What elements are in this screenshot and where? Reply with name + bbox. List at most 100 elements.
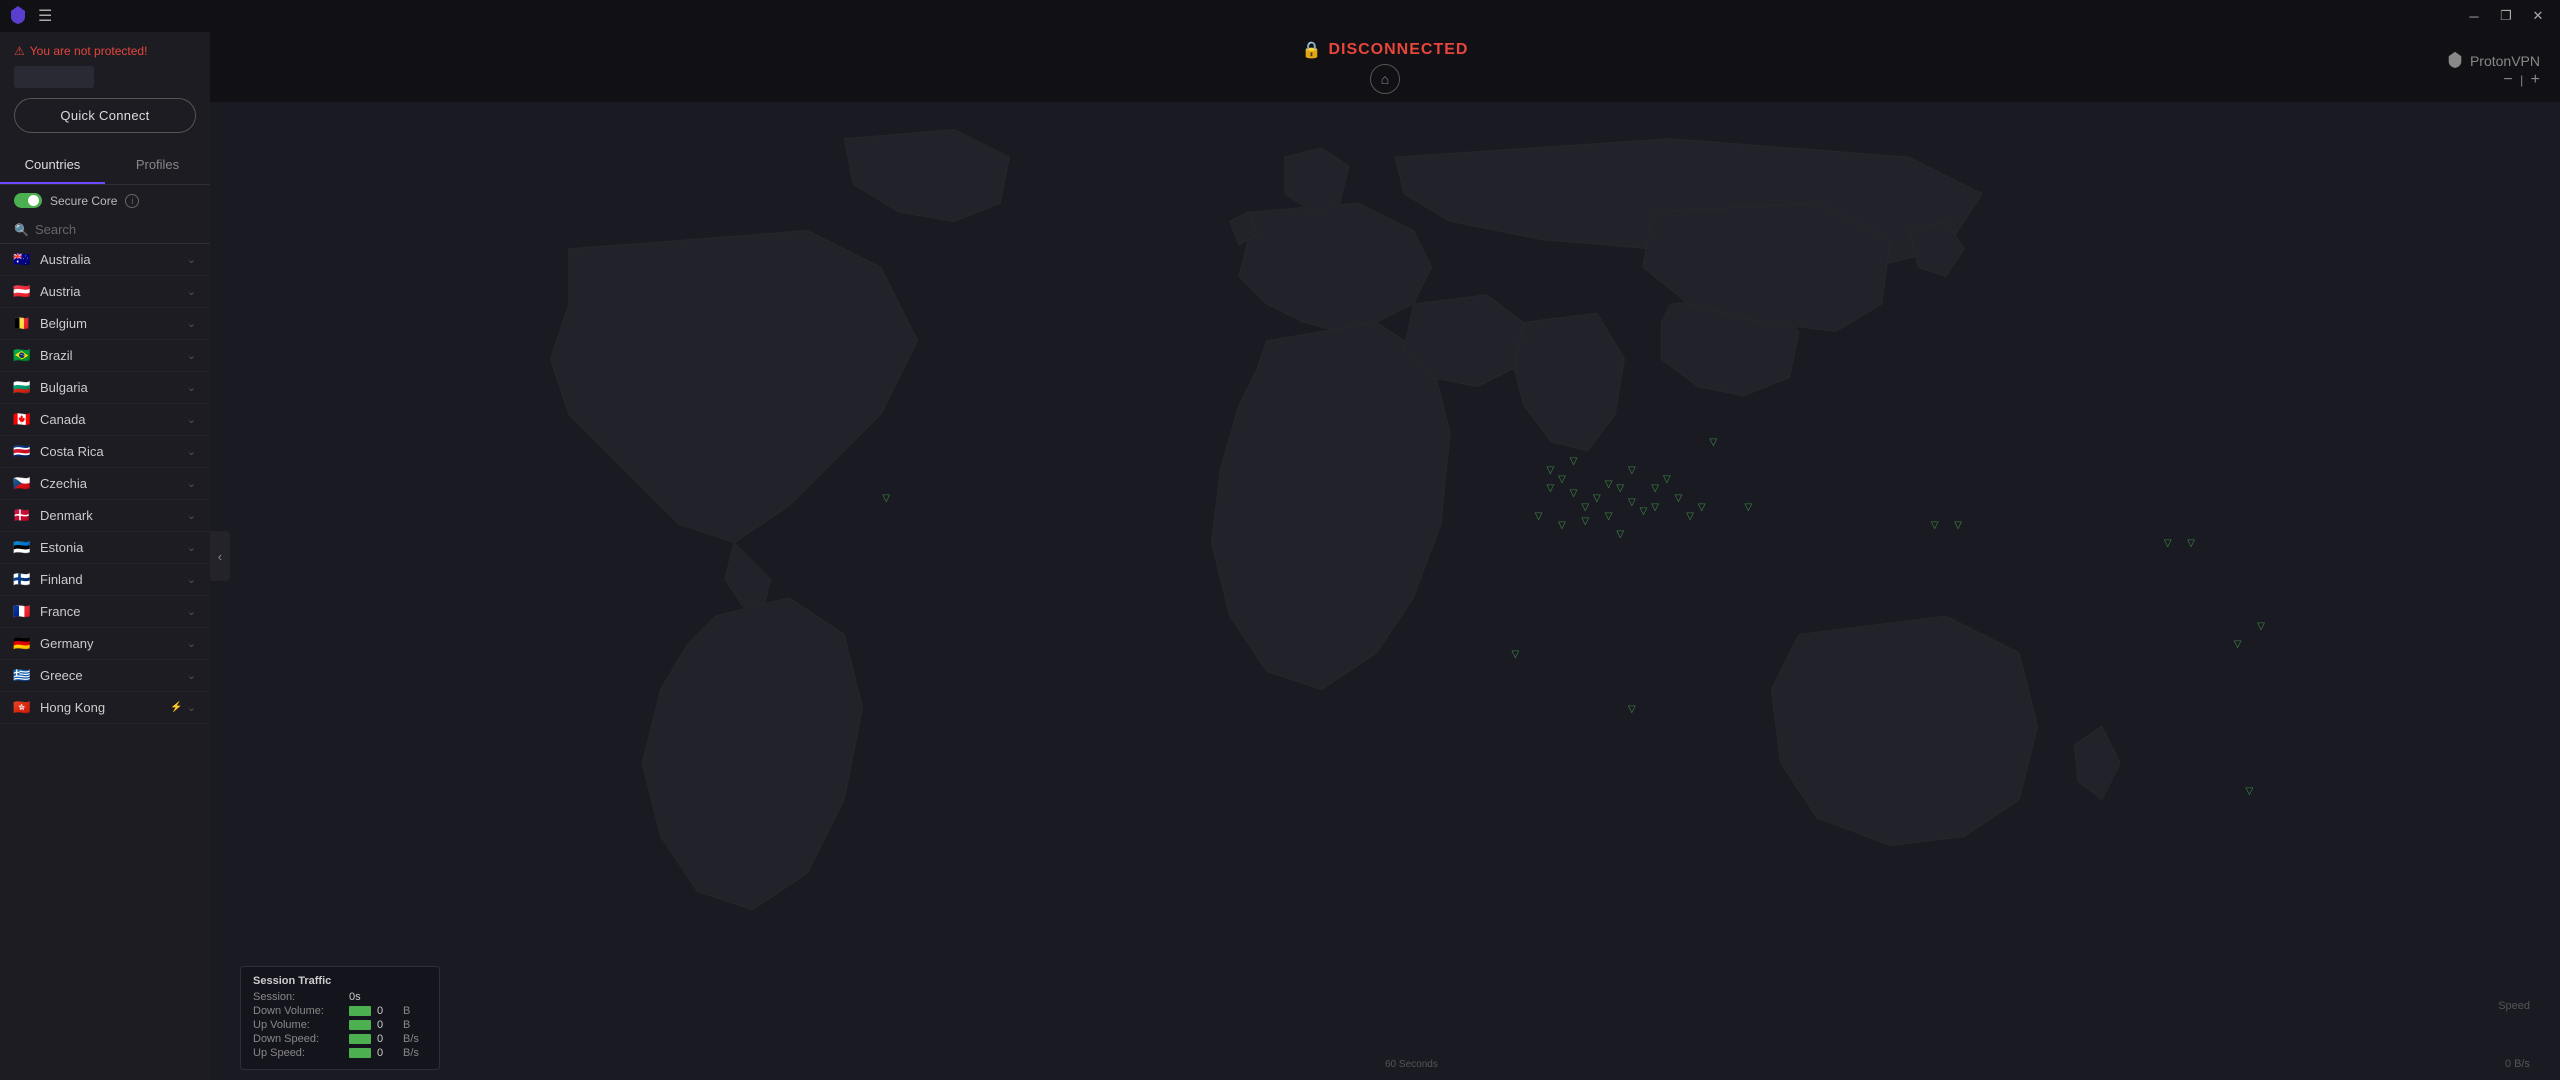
country-name: France bbox=[40, 604, 187, 619]
down-speed-unit: B/s bbox=[403, 1033, 419, 1045]
secure-core-info-icon[interactable]: i bbox=[125, 194, 139, 208]
chevron-down-icon: ⌄ bbox=[187, 637, 196, 650]
home-icon[interactable]: ⌂ bbox=[1370, 64, 1400, 94]
country-row[interactable]: 🇫🇷 France⌄ bbox=[0, 596, 210, 628]
down-volume-unit: B bbox=[403, 1005, 410, 1017]
country-flag: 🇪🇪 bbox=[12, 541, 32, 555]
country-row[interactable]: 🇦🇹Austria⌄ bbox=[0, 276, 210, 308]
minimize-button[interactable]: ─ bbox=[2460, 5, 2488, 27]
warning-text: You are not protected! bbox=[30, 44, 148, 58]
countries-list: 🇦🇺Australia⌄🇦🇹Austria⌄🇧🇪Belgium⌄🇧🇷Brazil… bbox=[0, 244, 210, 1080]
zoom-level: | bbox=[2517, 73, 2527, 87]
search-icon: 🔍 bbox=[14, 223, 29, 237]
zoom-controls: − | + bbox=[2503, 72, 2540, 88]
chevron-down-icon: ⌄ bbox=[187, 413, 196, 426]
session-traffic-panel: Session Traffic Session: 0s Down Volume:… bbox=[240, 966, 440, 1070]
secure-core-row: Secure Core i bbox=[0, 185, 210, 216]
protonvpn-icon bbox=[2446, 50, 2464, 71]
world-map bbox=[230, 102, 2560, 1020]
country-row[interactable]: 🇪🇪Estonia⌄ bbox=[0, 532, 210, 564]
tabs: Countries Profiles bbox=[0, 147, 210, 185]
down-volume-label: Down Volume: bbox=[253, 1005, 343, 1017]
down-volume-value: 0 bbox=[377, 1005, 397, 1017]
country-row[interactable]: 🇩🇪Germany⌄ bbox=[0, 628, 210, 660]
country-row[interactable]: 🇨🇦Canada⌄ bbox=[0, 404, 210, 436]
country-row[interactable]: 🇨🇿Czechia⌄ bbox=[0, 468, 210, 500]
secure-core-label: Secure Core bbox=[50, 194, 117, 208]
country-name: Germany bbox=[40, 636, 187, 651]
country-name: Bulgaria bbox=[40, 380, 187, 395]
country-row[interactable]: 🇬🇷 Greece⌄ bbox=[0, 660, 210, 692]
country-row[interactable]: 🇧🇷Brazil⌄ bbox=[0, 340, 210, 372]
country-name: Canada bbox=[40, 412, 187, 427]
protonvpn-name: ProtonVPN bbox=[2470, 53, 2540, 69]
down-volume-bar bbox=[349, 1006, 371, 1016]
zoom-in-button[interactable]: + bbox=[2531, 72, 2540, 88]
country-flag: 🇩🇰 bbox=[12, 509, 32, 523]
country-flag: 🇬🇷 bbox=[12, 669, 32, 683]
country-flag: 🇧🇪 bbox=[12, 317, 32, 331]
main-layout: ⚠ You are not protected! Quick Connect C… bbox=[0, 32, 2560, 1080]
speed-chart-value: 0 B/s bbox=[2505, 1058, 2530, 1070]
warning-icon: ⚠ bbox=[14, 44, 25, 58]
map-topbar: 🔒 DISCONNECTED ⌂ ProtonVPN − | + bbox=[210, 32, 2560, 102]
country-flag: 🇧🇷 bbox=[12, 349, 32, 363]
chevron-down-icon: ⌄ bbox=[187, 541, 196, 554]
disconnected-text: DISCONNECTED bbox=[1328, 41, 1468, 59]
country-name: Hong Kong bbox=[40, 700, 170, 715]
restore-button[interactable]: ❐ bbox=[2492, 5, 2520, 27]
country-row[interactable]: 🇨🇷Costa Rica⌄ bbox=[0, 436, 210, 468]
user-badge bbox=[14, 66, 94, 88]
chevron-down-icon: ⌄ bbox=[187, 605, 196, 618]
country-flag: 🇭🇰 bbox=[12, 701, 32, 715]
session-value: 0s bbox=[349, 991, 369, 1003]
chevron-down-icon: ⌄ bbox=[187, 253, 196, 266]
quick-connect-button[interactable]: Quick Connect bbox=[14, 98, 196, 133]
country-name: Denmark bbox=[40, 508, 187, 523]
warning-bar: ⚠ You are not protected! bbox=[14, 44, 196, 58]
session-traffic-title: Session Traffic bbox=[253, 975, 427, 987]
country-flag: 🇦🇹 bbox=[12, 285, 32, 299]
search-input[interactable] bbox=[35, 222, 210, 237]
chevron-down-icon: ⌄ bbox=[187, 669, 196, 682]
chevron-down-icon: ⌄ bbox=[187, 445, 196, 458]
chevron-down-icon: ⌄ bbox=[187, 701, 196, 714]
map-area: 🔒 DISCONNECTED ⌂ ProtonVPN − | + ‹ bbox=[210, 32, 2560, 1080]
up-volume-unit: B bbox=[403, 1019, 410, 1031]
up-speed-row: Up Speed: 0 B/s bbox=[253, 1047, 427, 1059]
country-flag: 🇫🇮 bbox=[12, 573, 32, 587]
chevron-down-icon: ⌄ bbox=[187, 349, 196, 362]
titlebar-left: ☰ bbox=[8, 4, 52, 29]
country-flag: 🇫🇷 bbox=[12, 605, 32, 619]
down-speed-label: Down Speed: bbox=[253, 1033, 343, 1045]
up-speed-unit: B/s bbox=[403, 1047, 419, 1059]
app-logo bbox=[8, 4, 28, 29]
session-label: Session: bbox=[253, 991, 343, 1003]
lock-icon: 🔒 bbox=[1302, 40, 1323, 60]
speed-chart-label: Speed bbox=[2498, 1000, 2530, 1012]
tab-profiles[interactable]: Profiles bbox=[105, 147, 210, 184]
country-row[interactable]: 🇭🇰Hong Kong⚡⌄ bbox=[0, 692, 210, 724]
country-flag: 🇨🇿 bbox=[12, 477, 32, 491]
chevron-down-icon: ⌄ bbox=[187, 285, 196, 298]
country-row[interactable]: 🇫🇮Finland⌄ bbox=[0, 564, 210, 596]
country-row[interactable]: 🇩🇰Denmark⌄ bbox=[0, 500, 210, 532]
menu-icon[interactable]: ☰ bbox=[38, 6, 52, 26]
secure-core-toggle[interactable] bbox=[14, 193, 42, 208]
up-speed-bar bbox=[349, 1048, 371, 1058]
tab-countries[interactable]: Countries bbox=[0, 147, 105, 184]
country-row[interactable]: 🇧🇬Bulgaria⌄ bbox=[0, 372, 210, 404]
country-name: Finland bbox=[40, 572, 187, 587]
zoom-out-button[interactable]: − bbox=[2503, 72, 2512, 88]
search-row: 🔍 bbox=[0, 216, 210, 244]
time-chart-label: 60 Seconds bbox=[1385, 1059, 1438, 1070]
sidebar-toggle-button[interactable]: ‹ bbox=[210, 531, 230, 581]
country-row[interactable]: 🇦🇺Australia⌄ bbox=[0, 244, 210, 276]
close-button[interactable]: ✕ bbox=[2524, 5, 2552, 27]
country-name: Greece bbox=[40, 668, 187, 683]
country-name: Czechia bbox=[40, 476, 187, 491]
up-speed-label: Up Speed: bbox=[253, 1047, 343, 1059]
up-volume-bar bbox=[349, 1020, 371, 1030]
country-row[interactable]: 🇧🇪Belgium⌄ bbox=[0, 308, 210, 340]
country-flag: 🇨🇷 bbox=[12, 445, 32, 459]
